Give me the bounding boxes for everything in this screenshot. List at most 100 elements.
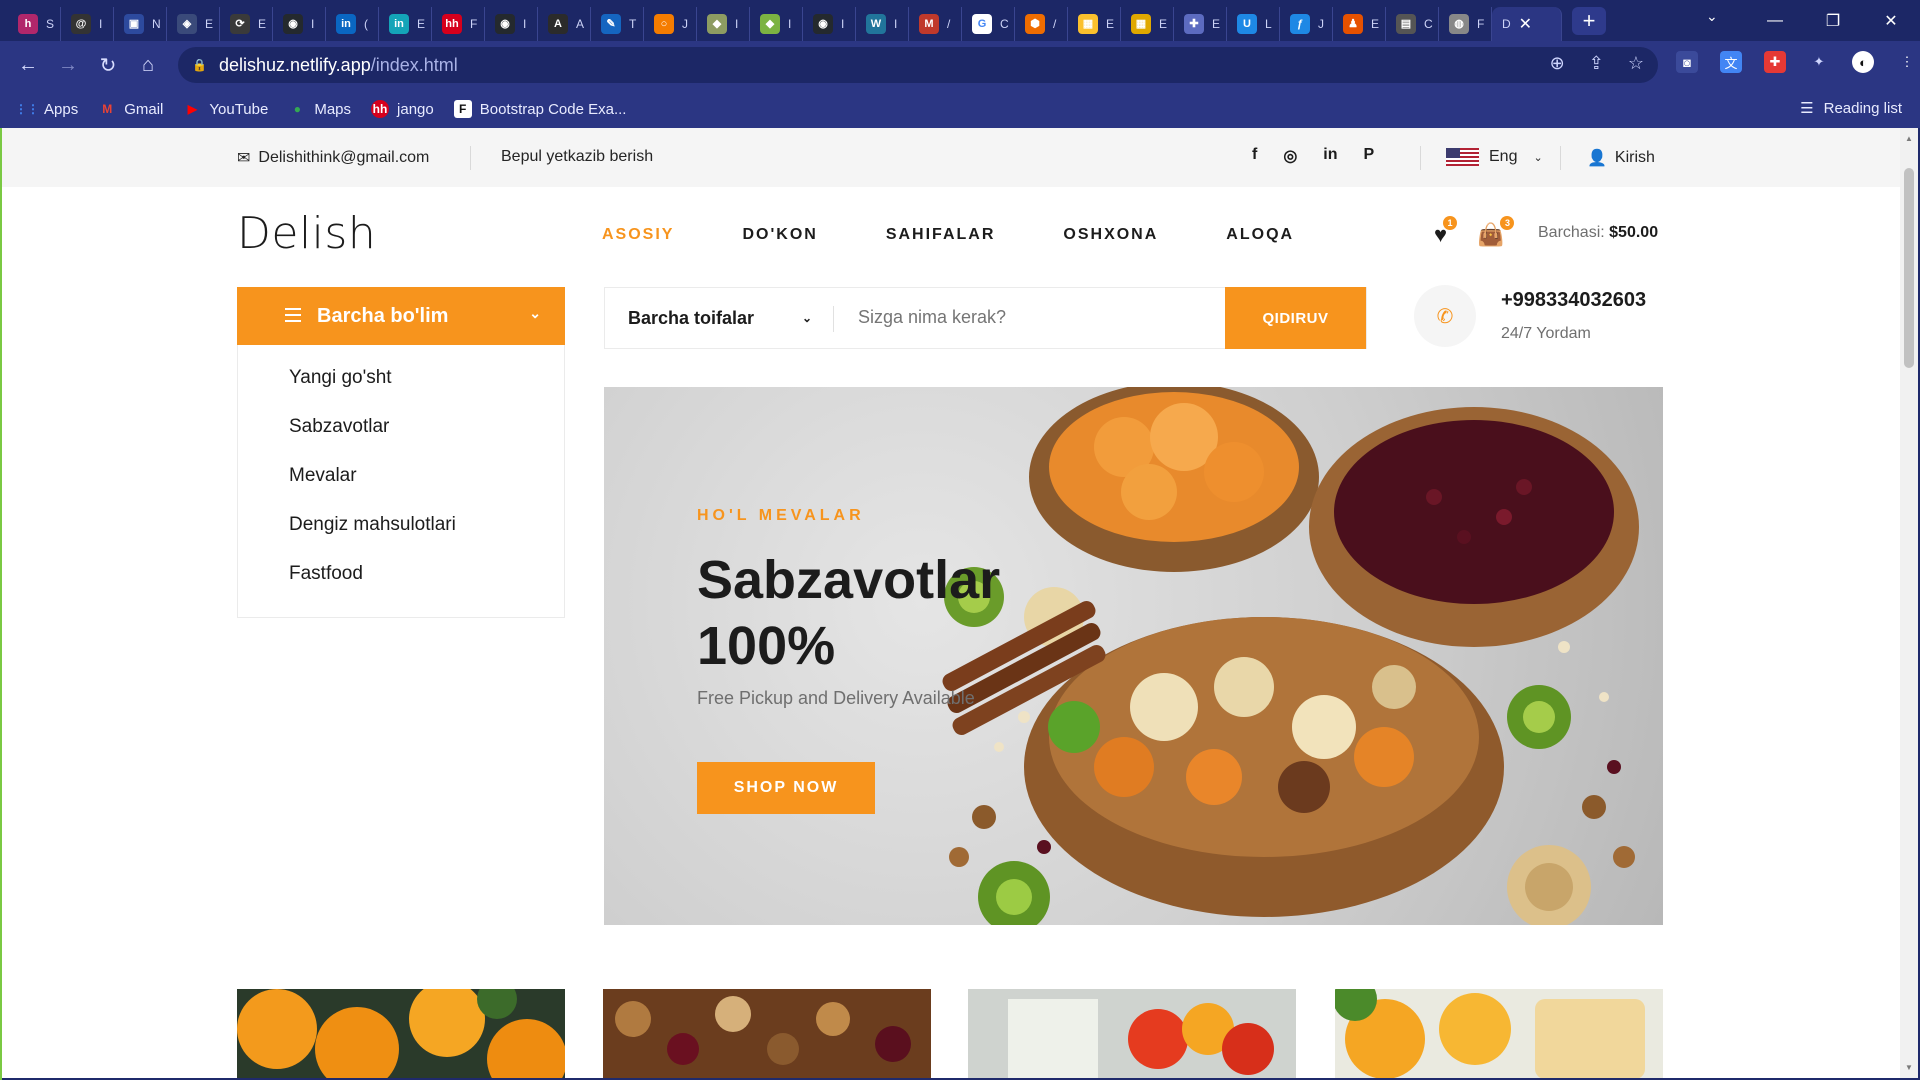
minimize-icon[interactable]: — bbox=[1746, 12, 1804, 30]
browser-tab[interactable]: ƒJ bbox=[1280, 6, 1333, 41]
site-logo[interactable]: Delish bbox=[237, 208, 376, 259]
close-window-icon[interactable]: ✕ bbox=[1862, 11, 1920, 31]
browser-tab[interactable]: ⬢ / bbox=[1015, 6, 1068, 41]
lock-icon[interactable]: 🔒 bbox=[192, 58, 207, 72]
new-tab-plus-icon[interactable]: + bbox=[1572, 6, 1606, 35]
translate-extension-icon[interactable]: 文 bbox=[1720, 51, 1742, 73]
browser-tab[interactable]: @ I bbox=[61, 6, 114, 41]
profile-avatar-icon[interactable]: ◐ bbox=[1852, 51, 1874, 73]
forward-icon[interactable]: → bbox=[48, 54, 88, 77]
red-extension-icon[interactable]: ✚ bbox=[1764, 51, 1786, 73]
bookmark-item[interactable]: hh jango bbox=[371, 100, 434, 118]
bookmark-item[interactable]: ⋮⋮ Apps bbox=[15, 100, 78, 118]
browser-tab[interactable]: ◍ F bbox=[1439, 6, 1492, 41]
tab-close-icon[interactable]: ✕ bbox=[1519, 14, 1532, 34]
browser-tab[interactable]: ✎ T bbox=[591, 6, 644, 41]
browser-tab[interactable]: in E bbox=[379, 6, 432, 41]
nav-pages[interactable]: SAHIFALAR bbox=[886, 226, 996, 244]
bookmark-item[interactable]: ● Maps bbox=[288, 100, 351, 118]
restore-icon[interactable]: ❐ bbox=[1804, 11, 1862, 31]
category-card-oranges[interactable] bbox=[237, 989, 565, 1078]
tab-search-chevron-icon[interactable]: ⌄ bbox=[1706, 8, 1718, 25]
browser-tab[interactable]: GC bbox=[962, 6, 1015, 41]
browser-tab[interactable]: ▣ N bbox=[114, 6, 167, 41]
bookmark-item[interactable]: ▶ YouTube bbox=[183, 100, 269, 118]
page-scrollbar[interactable]: ▲ ▼ bbox=[1900, 128, 1918, 1078]
browser-tab[interactable]: ◉ I bbox=[485, 6, 538, 41]
browser-tab[interactable]: ○ J bbox=[644, 6, 697, 41]
tab-favicon-icon: ▦ bbox=[1078, 13, 1098, 34]
nav-shop[interactable]: DO'KON bbox=[742, 226, 817, 244]
scroll-up-arrow-icon[interactable]: ▲ bbox=[1904, 134, 1914, 143]
share-icon[interactable]: ⇪ bbox=[1589, 53, 1604, 74]
browser-tab[interactable]: WI bbox=[856, 6, 909, 41]
browser-tab[interactable]: ▦ E bbox=[1121, 6, 1174, 41]
browser-tab[interactable]: in ( bbox=[326, 6, 379, 41]
camera-extension-icon[interactable]: ◙ bbox=[1676, 51, 1698, 73]
puzzle-icon[interactable]: ✦ bbox=[1808, 51, 1830, 73]
home-icon[interactable]: ⌂ bbox=[128, 54, 168, 77]
pinterest-icon[interactable]: P bbox=[1364, 146, 1375, 166]
browser-tab[interactable]: ◈ E bbox=[167, 6, 220, 41]
department-item-seafood[interactable]: Dengiz mahsulotlari bbox=[289, 512, 564, 561]
zoom-icon[interactable]: ⊕ bbox=[1550, 53, 1565, 74]
browser-tab[interactable]: hS bbox=[8, 6, 61, 41]
department-item-fruits[interactable]: Mevalar bbox=[289, 463, 564, 512]
linkedin-icon[interactable]: in bbox=[1323, 146, 1337, 166]
browser-tab[interactable]: UL bbox=[1227, 6, 1280, 41]
header-email[interactable]: ✉ Delishithink@gmail.com bbox=[237, 148, 429, 168]
category-card-nuts[interactable] bbox=[603, 989, 931, 1078]
bookmark-star-icon[interactable]: ☆ bbox=[1628, 53, 1644, 74]
browser-tab[interactable]: AA bbox=[538, 6, 591, 41]
department-item-meat[interactable]: Yangi go'sht bbox=[289, 365, 564, 414]
search-input[interactable] bbox=[858, 307, 1208, 328]
bookmark-label: Gmail bbox=[124, 100, 164, 118]
department-item-vegetables[interactable]: Sabzavotlar bbox=[289, 414, 564, 463]
browser-tab[interactable]: ✚ E bbox=[1174, 6, 1227, 41]
address-bar[interactable]: 🔒 delishuz.netlify.app/index.html ⊕ ⇪ ☆ bbox=[178, 47, 1658, 83]
tab-favicon-icon: in bbox=[389, 13, 409, 34]
browser-tab[interactable]: ◉ I bbox=[803, 6, 856, 41]
login-link[interactable]: 👤 Kirish bbox=[1587, 148, 1655, 168]
scroll-thumb[interactable] bbox=[1904, 168, 1914, 368]
envelope-icon: ✉ bbox=[237, 150, 251, 167]
language-selector[interactable]: Eng ⌄ bbox=[1446, 148, 1543, 166]
nav-kitchen[interactable]: OSHXONA bbox=[1063, 226, 1158, 244]
department-item-fastfood[interactable]: Fastfood bbox=[289, 561, 564, 610]
bookmark-icon: ⋮⋮ bbox=[15, 102, 39, 116]
category-card-vegetables[interactable] bbox=[968, 989, 1296, 1078]
browser-tab[interactable]: ▦ E bbox=[1068, 6, 1121, 41]
nav-contact[interactable]: ALOQA bbox=[1226, 226, 1294, 244]
browser-tab[interactable]: ◉ I bbox=[273, 6, 326, 41]
facebook-icon[interactable]: f bbox=[1252, 146, 1257, 166]
browser-tab[interactable]: ◆ I bbox=[750, 6, 803, 41]
all-departments-toggle[interactable]: Barcha bo'lim ⌄ bbox=[237, 287, 565, 345]
search-button[interactable]: QIDIRUV bbox=[1225, 287, 1366, 349]
browser-tab[interactable]: ▤ C bbox=[1386, 6, 1439, 41]
back-icon[interactable]: ← bbox=[8, 54, 48, 77]
browser-tab[interactable]: ⟳ E bbox=[220, 6, 273, 41]
search-category-select[interactable]: Barcha toifalar ⌄ bbox=[605, 288, 834, 348]
category-card-juice[interactable] bbox=[1335, 989, 1663, 1078]
search-category-label: Barcha toifalar bbox=[628, 307, 755, 328]
active-browser-tab[interactable]: D ✕ bbox=[1492, 6, 1562, 41]
login-label: Kirish bbox=[1614, 149, 1655, 166]
browser-tab[interactable]: ♟ E bbox=[1333, 6, 1386, 41]
browser-tab[interactable]: M / bbox=[909, 6, 962, 41]
scroll-down-arrow-icon[interactable]: ▼ bbox=[1904, 1063, 1914, 1072]
cart-bag-icon[interactable]: 👜 3 bbox=[1477, 216, 1515, 248]
instagram-icon[interactable]: ◎ bbox=[1283, 146, 1297, 166]
browser-tab[interactable]: hh F bbox=[432, 6, 485, 41]
bookmark-item[interactable]: F Bootstrap Code Exa... bbox=[453, 100, 626, 118]
bookmark-item[interactable]: M Gmail bbox=[98, 100, 163, 118]
browser-tab[interactable]: ◆ I bbox=[697, 6, 750, 41]
tab-title: ( bbox=[364, 16, 368, 31]
phone-number[interactable]: +998334032603 bbox=[1501, 289, 1646, 312]
reading-list[interactable]: ☰ Reading list bbox=[1800, 99, 1902, 118]
nav-home[interactable]: ASOSIY bbox=[602, 226, 674, 244]
menu-dots-icon[interactable]: ⋮ bbox=[1896, 51, 1918, 73]
reload-icon[interactable]: ↻ bbox=[88, 53, 128, 78]
wishlist-heart-icon[interactable]: ♥ 1 bbox=[1434, 216, 1458, 248]
shop-now-button[interactable]: SHOP NOW bbox=[697, 762, 875, 814]
tab-title: E bbox=[1159, 16, 1168, 31]
